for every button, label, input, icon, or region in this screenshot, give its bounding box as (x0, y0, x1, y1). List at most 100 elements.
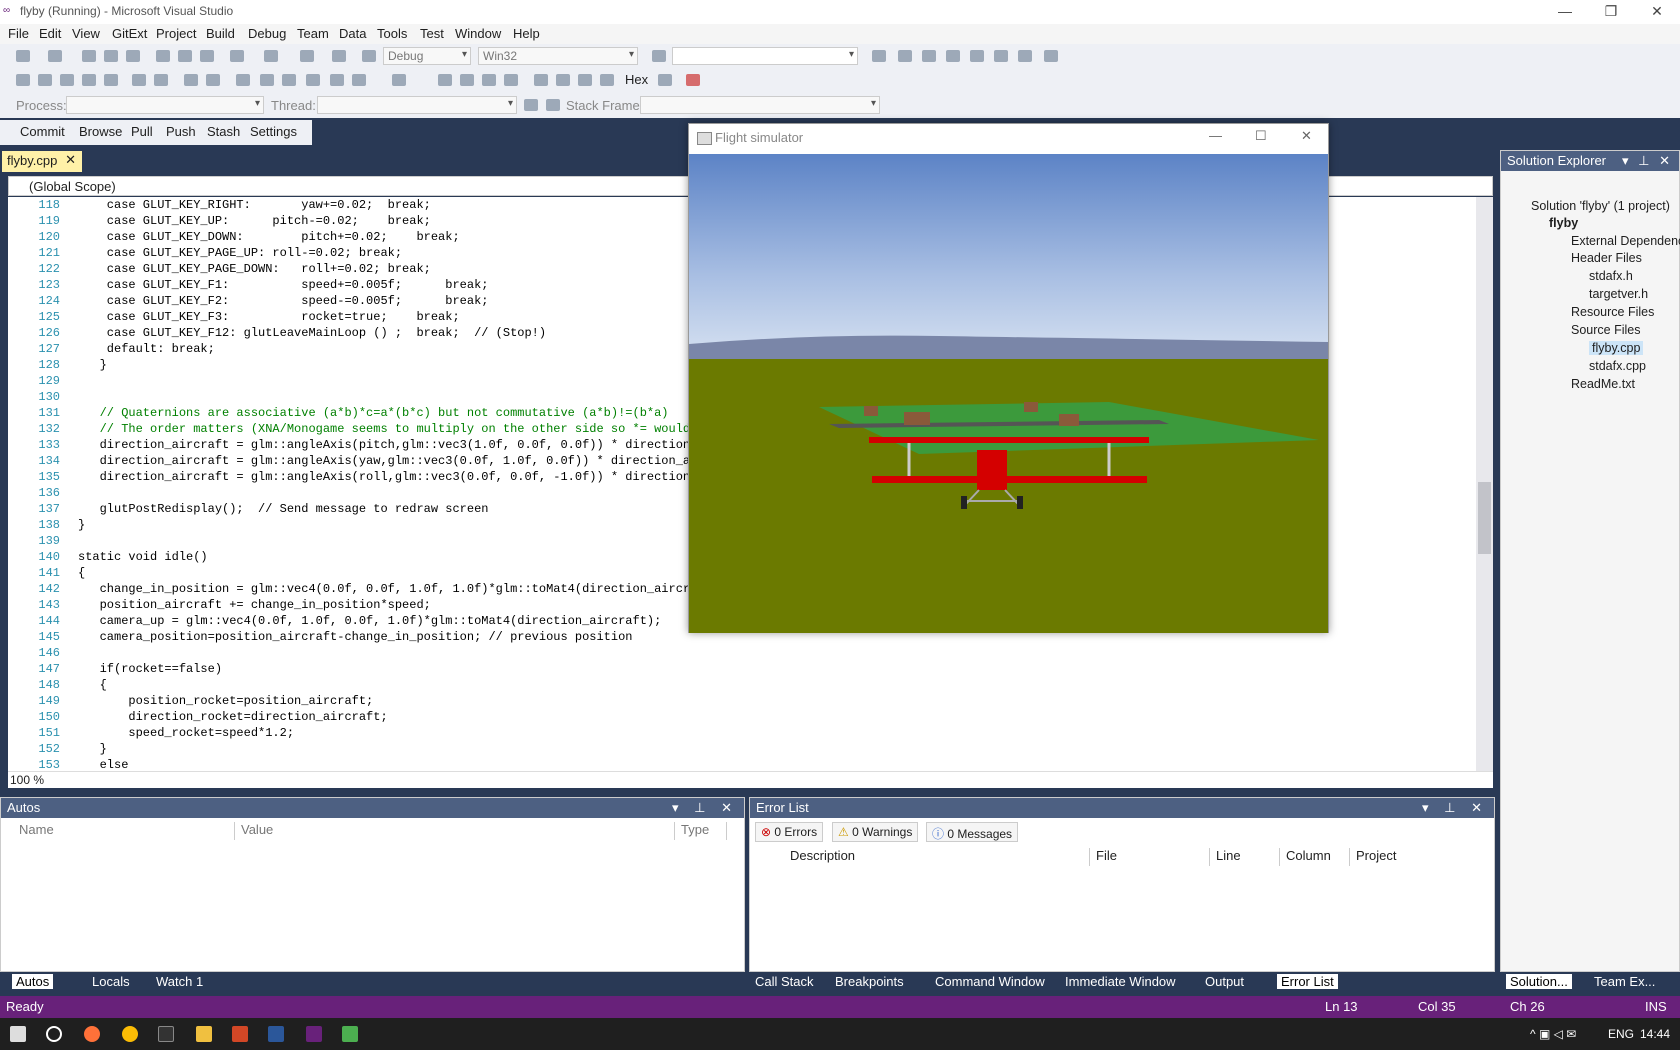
outdent-icon[interactable] (154, 74, 168, 86)
menu-build[interactable]: Build (206, 26, 235, 41)
save-icon[interactable] (104, 50, 118, 62)
paste-icon[interactable] (200, 50, 214, 62)
find-icon[interactable] (652, 50, 666, 62)
tab-locals[interactable]: Locals (92, 974, 130, 989)
code-line[interactable]: if(rocket==false) (78, 661, 1476, 677)
stack-frame-select[interactable] (640, 96, 880, 114)
file-explorer-icon[interactable] (196, 1026, 212, 1042)
clock[interactable]: 14:44 (1640, 1027, 1670, 1041)
messages-filter-button[interactable]: ⓘ 0 Messages (926, 822, 1019, 842)
git-push-button[interactable]: Push (166, 124, 196, 139)
stop-debugging-icon[interactable] (482, 74, 496, 86)
autos-col-type[interactable]: Type (675, 822, 727, 840)
menu-view[interactable]: View (72, 26, 100, 41)
bookmark-tool-icon-6[interactable] (352, 74, 366, 86)
close-tab-icon[interactable]: ✕ (65, 152, 76, 168)
hex-toggle[interactable]: Hex (625, 72, 648, 87)
chrome-icon[interactable] (122, 1026, 138, 1042)
git-commit-button[interactable]: Commit (20, 124, 65, 139)
tree-stdafx-h[interactable]: stdafx.h (1589, 269, 1633, 283)
edit-tool-icon-3[interactable] (60, 74, 74, 86)
bookmark-icon[interactable] (332, 50, 346, 62)
tool-icon-4[interactable] (946, 50, 960, 62)
threads-icon[interactable] (658, 74, 672, 86)
step-into-icon[interactable] (556, 74, 570, 86)
tree-header-files[interactable]: Header Files (1571, 251, 1642, 265)
col-column[interactable]: Column (1280, 848, 1350, 866)
close-icon[interactable]: ✕ (1634, 0, 1680, 24)
redo-icon[interactable] (264, 50, 278, 62)
menu-debug[interactable]: Debug (248, 26, 286, 41)
edit-tool-icon-5[interactable] (104, 74, 118, 86)
restore-icon[interactable]: ❐ (1588, 0, 1634, 24)
tree-targetver-h[interactable]: targetver.h (1589, 287, 1648, 301)
restart-icon[interactable] (504, 74, 518, 86)
break-all-icon[interactable] (460, 74, 474, 86)
menu-edit[interactable]: Edit (39, 26, 61, 41)
tree-resource-files[interactable]: Resource Files (1571, 305, 1654, 319)
bookmark-tool-icon-1[interactable] (236, 74, 250, 86)
tree-flyby-cpp[interactable]: flyby.cpp (1589, 341, 1644, 355)
cut-icon[interactable] (156, 50, 170, 62)
col-line[interactable]: Line (1210, 848, 1280, 866)
menu-data[interactable]: Data (339, 26, 366, 41)
terminal-icon[interactable] (158, 1026, 174, 1042)
copy-icon[interactable] (178, 50, 192, 62)
menu-test[interactable]: Test (420, 26, 444, 41)
bookmark-tool-icon-2[interactable] (260, 74, 274, 86)
comment-icon[interactable] (184, 74, 198, 86)
tab-call-stack[interactable]: Call Stack (755, 974, 814, 989)
language-indicator[interactable]: ENG (1608, 1027, 1634, 1041)
code-line[interactable] (78, 645, 1476, 661)
tool-icon-7[interactable] (1018, 50, 1032, 62)
show-next-statement-icon[interactable] (534, 74, 548, 86)
git-stash-button[interactable]: Stash (207, 124, 240, 139)
tool-icon-1[interactable] (872, 50, 886, 62)
tool-icon-2[interactable] (898, 50, 912, 62)
flight-simulator-window[interactable]: Flight simulator — ☐ ✕ (688, 123, 1329, 633)
col-file[interactable]: File (1090, 848, 1210, 866)
tab-immediate-window[interactable]: Immediate Window (1065, 974, 1176, 989)
tray-icons[interactable]: ^ ▣ ◁ ✉ (1530, 1027, 1576, 1041)
app-icon[interactable] (342, 1026, 358, 1042)
tree-readme[interactable]: ReadMe.txt (1571, 377, 1635, 391)
editor-vertical-scrollbar[interactable] (1476, 197, 1493, 771)
tab-breakpoints[interactable]: Breakpoints (835, 974, 904, 989)
tool-icon-3[interactable] (922, 50, 936, 62)
col-description[interactable]: Description (784, 848, 1090, 866)
undo-icon[interactable] (230, 50, 244, 62)
step-out-icon[interactable] (600, 74, 614, 86)
git-settings-button[interactable]: Settings (250, 124, 297, 139)
firefox-icon[interactable] (84, 1026, 100, 1042)
errors-filter-button[interactable]: ⊗ 0 Errors (755, 822, 824, 842)
code-line[interactable]: position_rocket=position_aircraft; (78, 693, 1476, 709)
flight-maximize-icon[interactable]: ☐ (1255, 128, 1267, 144)
indent-icon[interactable] (132, 74, 146, 86)
find-combo[interactable] (672, 47, 858, 65)
exception-settings-icon[interactable] (686, 74, 700, 86)
start-icon[interactable] (362, 50, 376, 62)
powerpoint-icon[interactable] (232, 1026, 248, 1042)
tree-external-dependencies[interactable]: External Dependenc (1571, 234, 1680, 248)
continue-icon[interactable] (438, 74, 452, 86)
save-all-icon[interactable] (126, 50, 140, 62)
autos-col-value[interactable]: Value (235, 822, 675, 840)
flight-minimize-icon[interactable]: — (1209, 128, 1222, 143)
open-icon[interactable] (82, 50, 96, 62)
tree-solution[interactable]: Solution 'flyby' (1 project) (1531, 199, 1670, 213)
code-line[interactable]: } (78, 741, 1476, 757)
tab-solution[interactable]: Solution... (1506, 974, 1572, 989)
code-line[interactable]: speed_rocket=speed*1.2; (78, 725, 1476, 741)
tree-stdafx-cpp[interactable]: stdafx.cpp (1589, 359, 1646, 373)
autos-col-name[interactable]: Name (13, 822, 235, 840)
step-over-icon[interactable] (578, 74, 592, 86)
git-pull-button[interactable]: Pull (131, 124, 153, 139)
flight-close-icon[interactable]: ✕ (1301, 128, 1312, 144)
edit-tool-icon-4[interactable] (82, 74, 96, 86)
flag-all-icon[interactable] (546, 99, 560, 111)
menu-gitext[interactable]: GitExt (112, 26, 147, 41)
edit-tool-icon-2[interactable] (38, 74, 52, 86)
platform-select[interactable]: Win32 (478, 47, 638, 65)
tool-icon-6[interactable] (994, 50, 1008, 62)
tab-autos[interactable]: Autos (12, 974, 54, 989)
